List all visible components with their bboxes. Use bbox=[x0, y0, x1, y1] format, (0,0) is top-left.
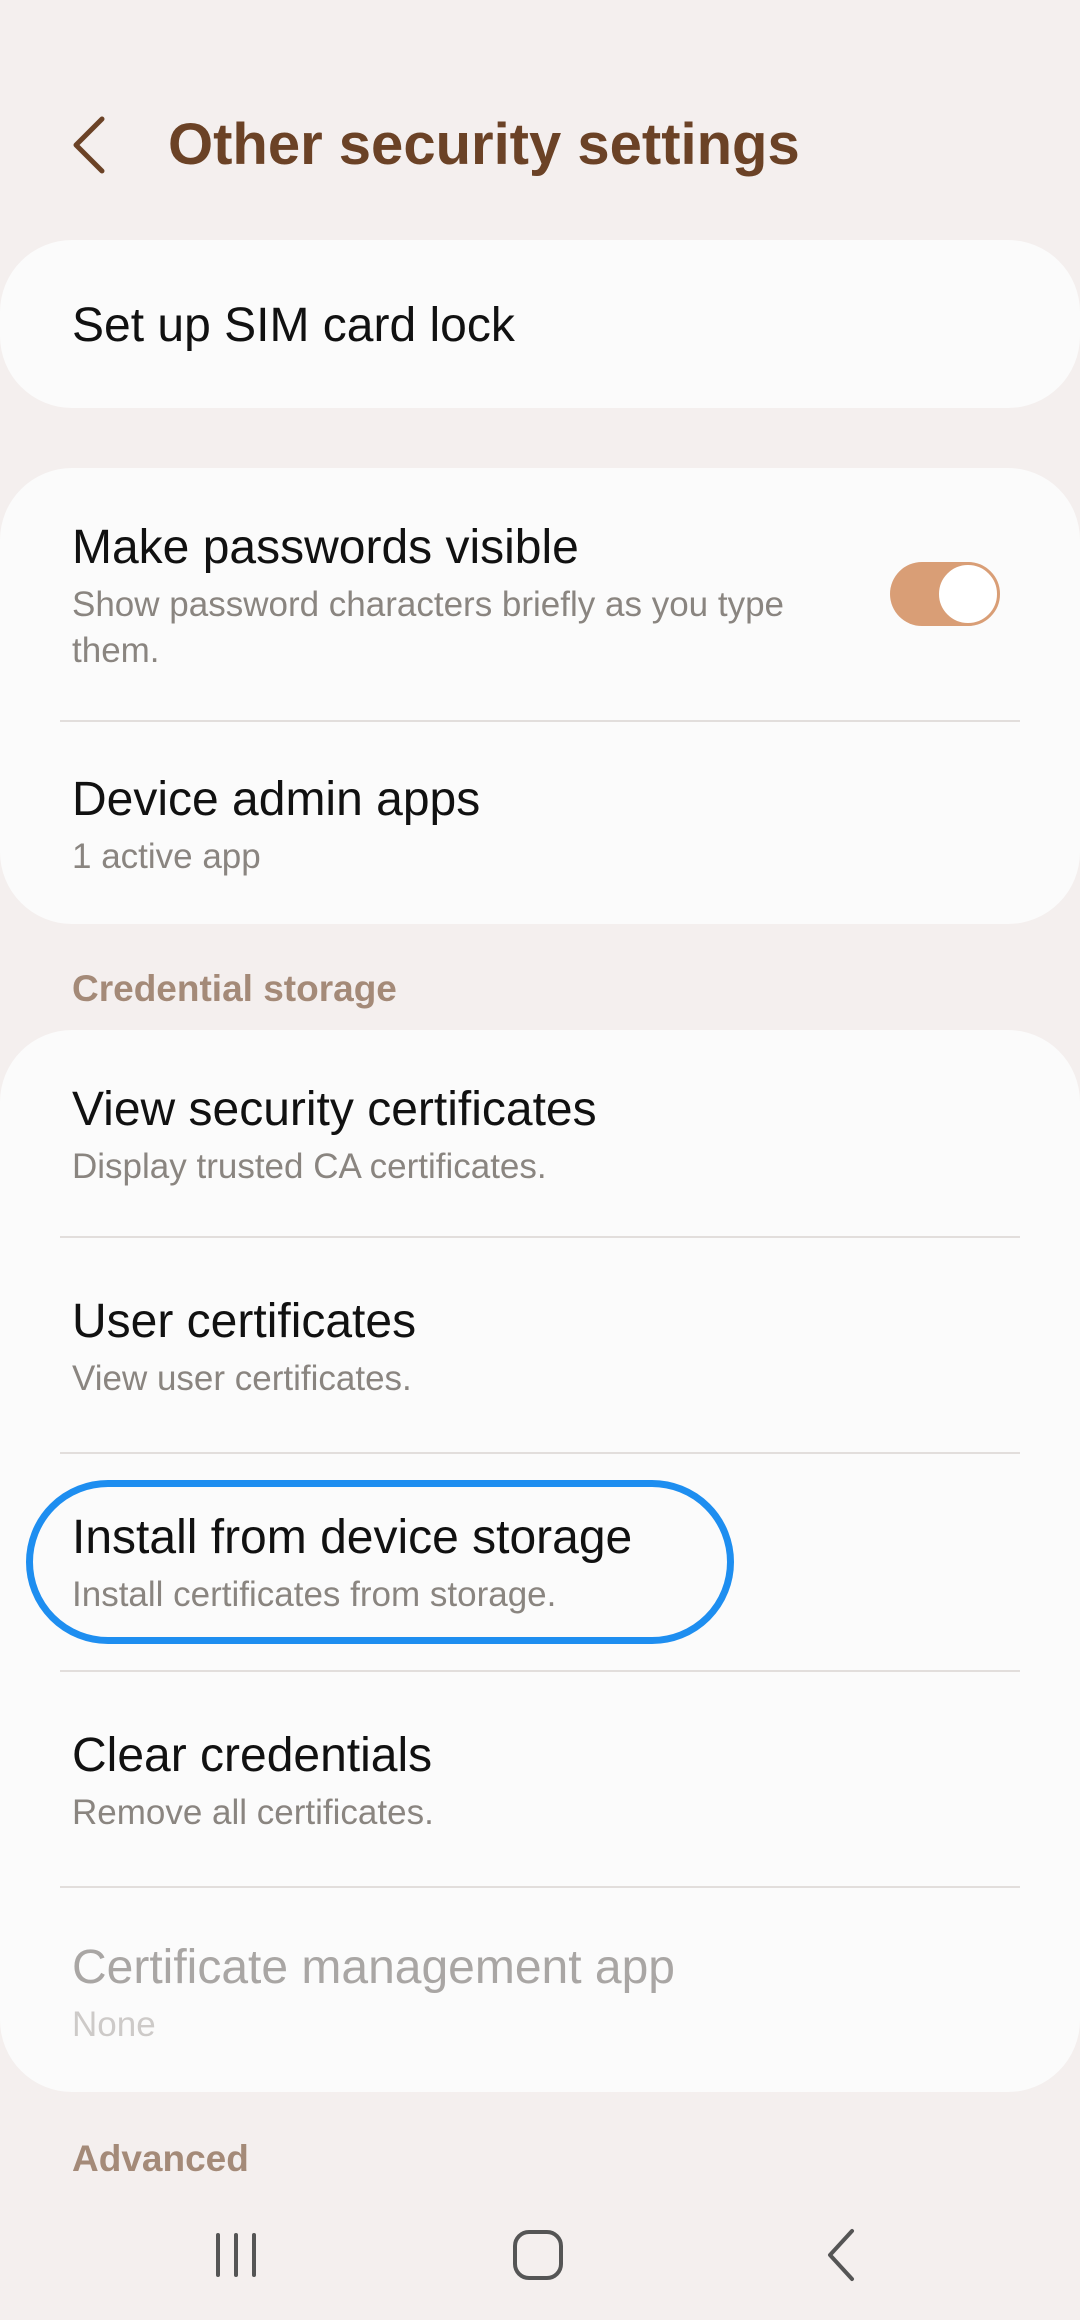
certificate-app-subtitle: None bbox=[72, 2005, 156, 2044]
certificate-app-title: Certificate management app bbox=[72, 1941, 675, 1994]
recents-button[interactable] bbox=[176, 2210, 296, 2300]
navigation-bar bbox=[0, 2190, 1080, 2320]
back-button[interactable] bbox=[60, 108, 120, 182]
passwords-toggle[interactable] bbox=[890, 562, 1000, 626]
view-certificates-subtitle: Display trusted CA certificates. bbox=[72, 1147, 547, 1186]
home-icon bbox=[513, 2230, 563, 2280]
sim-lock-card[interactable]: Set up SIM card lock bbox=[0, 240, 1080, 408]
device-admin-title: Device admin apps bbox=[72, 773, 481, 826]
passwords-subtitle: Show password characters briefly as you … bbox=[72, 585, 784, 670]
device-admin-row[interactable]: Device admin apps 1 active app bbox=[0, 722, 1080, 924]
toggle-knob bbox=[936, 562, 1000, 626]
back-nav-button[interactable] bbox=[782, 2210, 902, 2300]
user-certificates-title: User certificates bbox=[72, 1295, 417, 1348]
user-certificates-row[interactable]: User certificates View user certificates… bbox=[0, 1238, 1080, 1452]
view-security-certificates-row[interactable]: View security certificates Display trust… bbox=[0, 1030, 1080, 1236]
credential-storage-header: Credential storage bbox=[72, 968, 397, 1009]
device-admin-subtitle: 1 active app bbox=[72, 837, 261, 876]
app-header: Other security settings bbox=[0, 0, 1080, 240]
certificate-management-app-row: Certificate management app None bbox=[0, 1888, 1080, 2092]
page-title: Other security settings bbox=[168, 112, 800, 177]
recents-icon bbox=[216, 2233, 256, 2277]
security-card: Make passwords visible Show password cha… bbox=[0, 468, 1080, 924]
sim-lock-title: Set up SIM card lock bbox=[72, 299, 515, 352]
clear-credentials-subtitle: Remove all certificates. bbox=[72, 1793, 434, 1832]
view-certificates-title: View security certificates bbox=[72, 1083, 597, 1136]
user-certificates-subtitle: View user certificates. bbox=[72, 1359, 412, 1398]
advanced-header: Advanced bbox=[72, 2138, 249, 2179]
chevron-left-icon bbox=[73, 116, 105, 174]
clear-credentials-title: Clear credentials bbox=[72, 1729, 433, 1782]
passwords-title: Make passwords visible bbox=[72, 521, 579, 574]
clear-credentials-row[interactable]: Clear credentials Remove all certificate… bbox=[0, 1672, 1080, 1886]
home-button[interactable] bbox=[478, 2210, 598, 2300]
back-icon bbox=[828, 2229, 854, 2281]
highlight-ring bbox=[26, 1480, 734, 1644]
